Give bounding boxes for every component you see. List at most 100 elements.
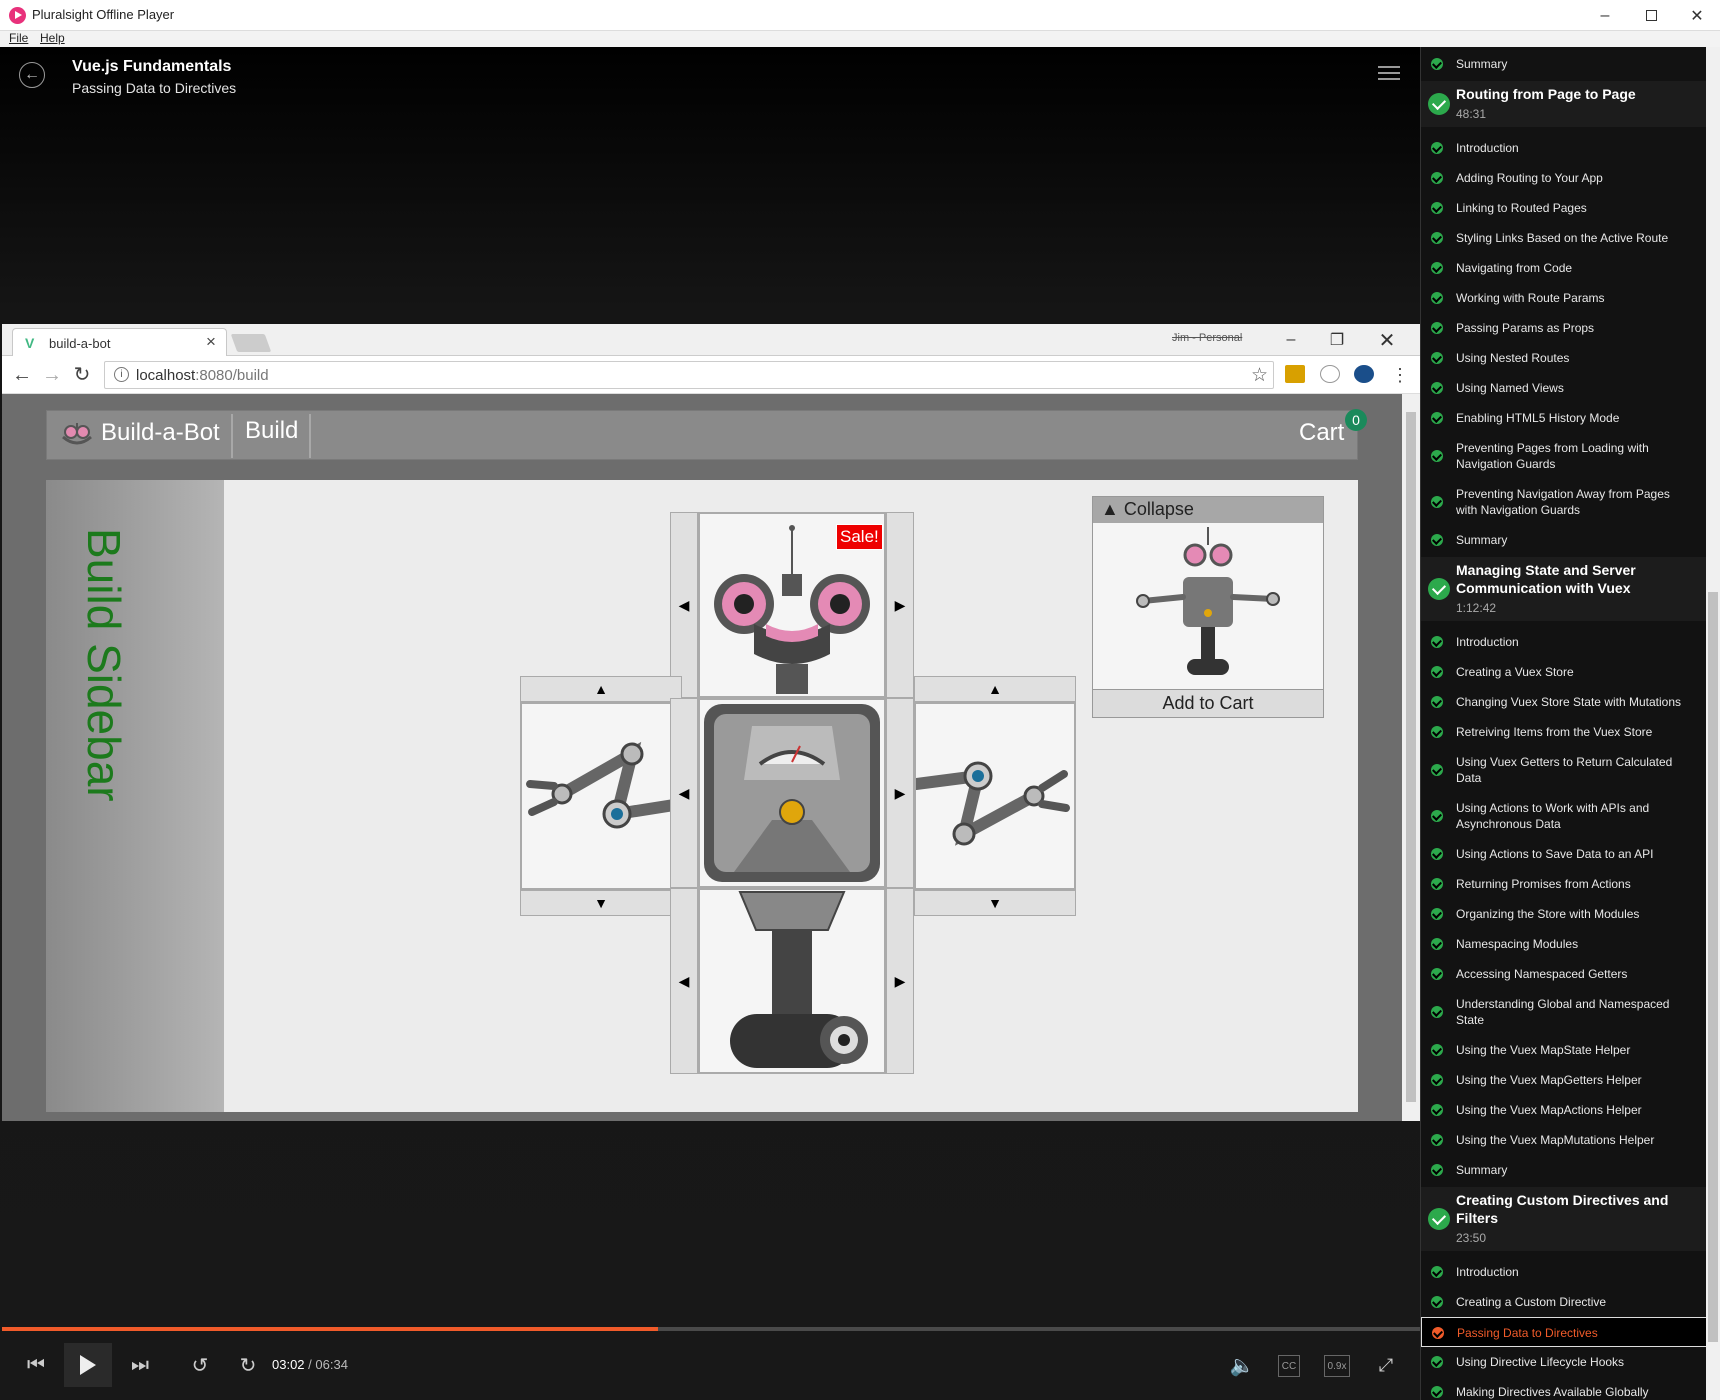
toc-clip[interactable]: Introduction xyxy=(1421,133,1706,163)
browser-restore-button[interactable]: ❐ xyxy=(1314,324,1360,356)
toc-clip[interactable]: Summary xyxy=(1421,49,1706,79)
torso-prev-button[interactable]: ◀ xyxy=(670,698,698,888)
browser-profile[interactable]: Jim - Personal xyxy=(1172,332,1242,344)
right-arm-down-button[interactable]: ▼ xyxy=(914,890,1076,916)
reload-icon[interactable]: ↻ xyxy=(70,363,94,387)
back-icon[interactable]: ← xyxy=(10,363,34,387)
toc-clip[interactable]: Linking to Routed Pages xyxy=(1421,193,1706,223)
next-clip-icon[interactable]: ⏭ xyxy=(124,1349,156,1381)
toc-clip[interactable]: Using Vuex Getters to Return Calculated … xyxy=(1421,747,1706,793)
menu-help[interactable]: Help xyxy=(40,31,65,45)
browser-menu-icon[interactable]: ⋮ xyxy=(1388,363,1412,387)
toc-clip[interactable]: Adding Routing to Your App xyxy=(1421,163,1706,193)
left-arm-up-button[interactable]: ▲ xyxy=(520,676,682,702)
toc-clip[interactable]: Passing Params as Props xyxy=(1421,313,1706,343)
toc-clip-title: Using Nested Routes xyxy=(1456,351,1570,365)
toc-clip[interactable]: Using the Vuex MapGetters Helper xyxy=(1421,1065,1706,1095)
toc-clip[interactable]: Using Actions to Work with APIs and Asyn… xyxy=(1421,793,1706,839)
toc-clip[interactable]: Changing Vuex Store State with Mutations xyxy=(1421,687,1706,717)
volume-icon[interactable]: 🔈 xyxy=(1226,1349,1258,1381)
extension-icon[interactable] xyxy=(1285,365,1305,383)
toc-clip[interactable]: Using the Vuex MapState Helper xyxy=(1421,1035,1706,1065)
nav-build-link[interactable]: Build xyxy=(245,417,298,445)
toc-clip[interactable]: Using Directive Lifecycle Hooks xyxy=(1421,1347,1706,1377)
toc-clip[interactable]: Working with Route Params xyxy=(1421,283,1706,313)
play-button[interactable] xyxy=(64,1343,112,1387)
toc-clip[interactable]: Summary xyxy=(1421,1155,1706,1185)
toc-clip[interactable]: Creating a Custom Directive xyxy=(1421,1287,1706,1317)
toc-clip[interactable]: Using Actions to Save Data to an API xyxy=(1421,839,1706,869)
toc-clip[interactable]: Using the Vuex MapMutations Helper xyxy=(1421,1125,1706,1155)
extension-icon[interactable] xyxy=(1320,365,1340,383)
toc-module[interactable]: Creating Custom Directives and Filters 23… xyxy=(1421,1187,1706,1251)
fullscreen-icon[interactable]: ⤢ xyxy=(1370,1349,1402,1381)
brand-link[interactable]: Build-a-Bot xyxy=(101,419,220,447)
toc-clip[interactable]: Making Directives Available Globally xyxy=(1421,1377,1706,1400)
toc-clip[interactable]: Preventing Pages from Loading with Navig… xyxy=(1421,433,1706,479)
toc-clip[interactable]: Enabling HTML5 History Mode xyxy=(1421,403,1706,433)
tab-close-icon[interactable]: × xyxy=(206,332,216,352)
toc-clip-current[interactable]: Passing Data to Directives xyxy=(1421,1317,1706,1347)
base-prev-button[interactable]: ◀ xyxy=(670,888,698,1074)
vue-favicon-icon: V xyxy=(25,335,35,351)
toc-clip[interactable]: Using Named Views xyxy=(1421,373,1706,403)
playback-speed-button[interactable]: 0.9x xyxy=(1324,1355,1350,1377)
toc-clip[interactable]: Accessing Namespaced Getters xyxy=(1421,959,1706,989)
toc-clip[interactable]: Navigating from Code xyxy=(1421,253,1706,283)
toc-clip[interactable]: Introduction xyxy=(1421,1257,1706,1287)
add-to-cart-button[interactable]: Add to Cart xyxy=(1093,689,1323,717)
forward-10-icon[interactable]: ↻ xyxy=(232,1349,264,1381)
watched-check-icon xyxy=(1431,878,1443,890)
info-icon[interactable]: i xyxy=(114,367,129,382)
toc-clip[interactable]: Preventing Navigation Away from Pages wi… xyxy=(1421,479,1706,525)
browser-tab[interactable]: V build-a-bot × xyxy=(12,328,227,357)
toc-clip[interactable]: Using Nested Routes xyxy=(1421,343,1706,373)
toc-clip[interactable]: Namespacing Modules xyxy=(1421,929,1706,959)
toc-module-duration: 48:31 xyxy=(1456,107,1487,121)
head-prev-button[interactable]: ◀ xyxy=(670,512,698,698)
toc-clip[interactable]: Organizing the Store with Modules xyxy=(1421,899,1706,929)
nav-cart-link[interactable]: Cart xyxy=(1299,419,1344,447)
toc-module[interactable]: Routing from Page to Page 48:31 xyxy=(1421,81,1706,127)
menu-file[interactable]: File xyxy=(9,31,28,45)
head-next-button[interactable]: ▶ xyxy=(886,512,914,698)
close-button[interactable]: ✕ xyxy=(1674,0,1720,31)
toc-clip[interactable]: Summary xyxy=(1421,525,1706,555)
browser-scrollbar[interactable] xyxy=(1402,394,1420,1121)
toc-scrollbar-thumb[interactable] xyxy=(1708,592,1718,1342)
new-tab-button[interactable] xyxy=(230,334,272,352)
forward-icon[interactable]: → xyxy=(40,363,64,387)
toc-module-duration: 1:12:42 xyxy=(1456,601,1497,615)
toc-clip[interactable]: Using the Vuex MapActions Helper xyxy=(1421,1095,1706,1125)
watched-check-icon xyxy=(1431,764,1443,776)
toc-module[interactable]: Managing State and Server Communication … xyxy=(1421,557,1706,621)
collapse-button[interactable]: ▲ Collapse xyxy=(1093,497,1323,523)
torso-next-button[interactable]: ▶ xyxy=(886,698,914,888)
previous-clip-icon[interactable]: ⏮ xyxy=(20,1349,52,1381)
eye-extension-icon[interactable] xyxy=(1354,365,1374,383)
browser-close-button[interactable]: ✕ xyxy=(1364,324,1410,356)
address-bar[interactable]: i localhost:8080/build ☆ xyxy=(104,361,1274,389)
back-arrow-icon[interactable]: ← xyxy=(19,62,45,88)
right-arm-up-button[interactable]: ▲ xyxy=(914,676,1076,702)
scrollbar-thumb[interactable] xyxy=(1406,412,1416,1102)
toc-clip[interactable]: Creating a Vuex Store xyxy=(1421,657,1706,687)
maximize-button[interactable] xyxy=(1628,0,1674,31)
toc-clip[interactable]: Understanding Global and Namespaced Stat… xyxy=(1421,989,1706,1035)
browser-minimize-button[interactable]: – xyxy=(1268,324,1314,356)
cart-count-badge: 0 xyxy=(1345,409,1367,431)
toc-clip[interactable]: Styling Links Based on the Active Route xyxy=(1421,223,1706,253)
base-next-button[interactable]: ▶ xyxy=(886,888,914,1074)
bookmark-star-icon[interactable]: ☆ xyxy=(1251,364,1268,387)
toc-clip[interactable]: Retreiving Items from the Vuex Store xyxy=(1421,717,1706,747)
browser-toolbar: ← → ↻ i localhost:8080/build ☆ ⋮ xyxy=(2,356,1420,394)
toc-clip[interactable]: Returning Promises from Actions xyxy=(1421,869,1706,899)
minimize-button[interactable]: – xyxy=(1582,0,1628,31)
toc-toggle-icon[interactable] xyxy=(1378,66,1400,84)
left-arm-down-button[interactable]: ▼ xyxy=(520,890,682,916)
rewind-10-icon[interactable]: ↺ xyxy=(184,1349,216,1381)
progress-bar[interactable] xyxy=(2,1327,1420,1331)
toc-scrollbar[interactable] xyxy=(1706,47,1720,1400)
captions-button[interactable]: CC xyxy=(1278,1355,1300,1377)
toc-clip[interactable]: Introduction xyxy=(1421,627,1706,657)
